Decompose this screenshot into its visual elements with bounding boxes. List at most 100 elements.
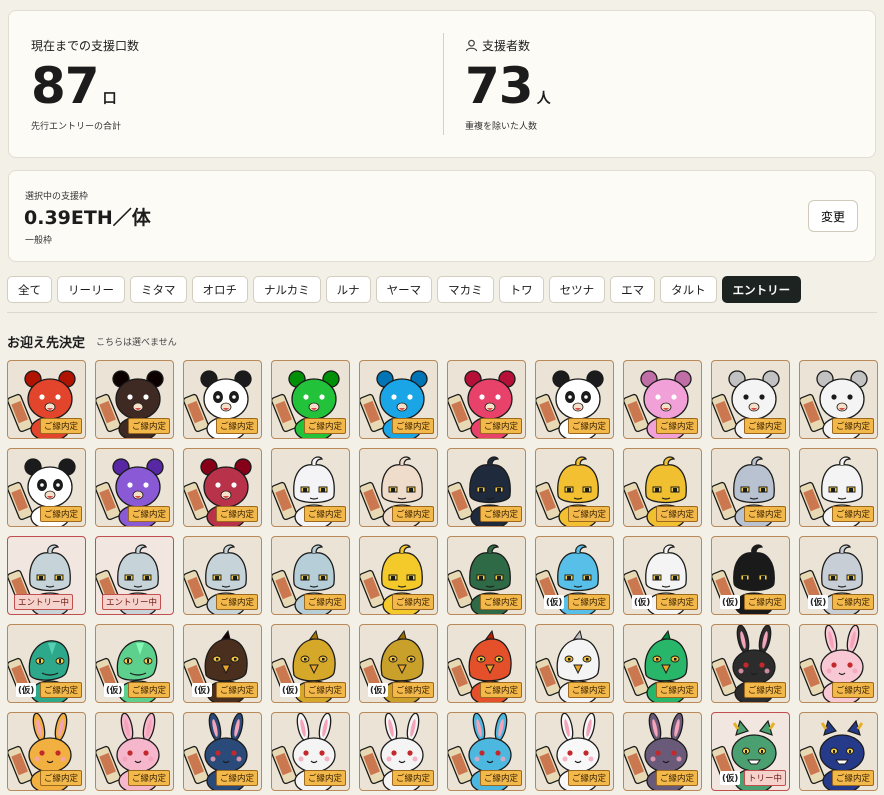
status-badge: ご縁内定 (215, 506, 258, 522)
status-badge: ご縁内定 (567, 506, 610, 522)
selected-tier-name: 一般枠 (25, 236, 53, 246)
character-card[interactable]: ご縁内定 (623, 712, 702, 791)
character-card[interactable]: ご縁内定 (799, 360, 878, 439)
status-badge: ご縁内定 (127, 770, 170, 786)
character-card[interactable]: ご縁内定 (95, 448, 174, 527)
character-card[interactable]: ご縁内定 (271, 448, 350, 527)
character-card[interactable]: ご縁内定 (711, 624, 790, 703)
character-card[interactable]: ご縁内定 (271, 536, 350, 615)
character-card[interactable]: ご縁内定 (535, 448, 614, 527)
character-card[interactable]: ご縁内定 (447, 624, 526, 703)
status-badge: ご縁内定 (391, 594, 434, 610)
character-card[interactable]: ご縁内定 (183, 536, 262, 615)
status-badge: ご縁内定 (303, 506, 346, 522)
character-card[interactable]: ご縁内定 (359, 360, 438, 439)
tab-11[interactable]: タルト (660, 276, 717, 303)
tab-0[interactable]: 全て (7, 276, 52, 303)
tab-8[interactable]: トワ (498, 276, 544, 303)
character-card[interactable]: ご縁内定 (447, 536, 526, 615)
status-badge: ご縁内定 (831, 682, 874, 698)
status-badge: ご縁内定 (39, 682, 82, 698)
character-card[interactable]: ご縁内定 (447, 360, 526, 439)
tentative-label: (仮) (280, 683, 301, 697)
character-card[interactable]: (仮) ご縁内定 (799, 536, 878, 615)
status-badge: ご縁内定 (39, 418, 82, 434)
status-badge: ご縁内定 (303, 682, 346, 698)
character-card[interactable]: ご縁内定 (711, 448, 790, 527)
tab-7[interactable]: マカミ (437, 276, 494, 303)
stats-divider (443, 33, 444, 135)
supporters-label-row: 支援者数 (465, 37, 530, 54)
section-title: お迎え先決定 (7, 336, 86, 351)
tentative-label: (仮) (104, 683, 125, 697)
status-badge: ご縁内定 (655, 682, 698, 698)
character-card[interactable]: ご縁内定 (95, 712, 174, 791)
character-card[interactable]: ご縁内定 (7, 360, 86, 439)
character-card[interactable]: ご縁内定 (271, 360, 350, 439)
character-card[interactable]: ご縁内定 (183, 712, 262, 791)
stats-card: 現在までの支援口数 87 口 先行エントリーの合計 支援者数 73 人 重複を除いた… (8, 10, 876, 158)
tab-3[interactable]: オロチ (191, 276, 248, 303)
status-badge: ご縁内定 (391, 418, 434, 434)
tab-5[interactable]: ルナ (325, 276, 371, 303)
entry-badge: エントリー中 (102, 594, 162, 610)
character-card[interactable]: ご縁内定 (359, 448, 438, 527)
status-badge: ご縁内定 (479, 770, 522, 786)
status-badge: ご縁内定 (743, 506, 786, 522)
character-card[interactable]: (仮) ご縁内定 (271, 624, 350, 703)
character-card[interactable]: ご縁内定 (271, 712, 350, 791)
character-card[interactable]: ご縁内定 (183, 448, 262, 527)
supporters-value: 73 (465, 57, 534, 115)
tab-1[interactable]: リーリー (57, 276, 125, 303)
status-badge: ご縁内定 (831, 770, 874, 786)
status-badge: ご縁内定 (479, 682, 522, 698)
character-card[interactable]: (仮) ご縁内定 (535, 536, 614, 615)
status-badge: ご縁内定 (391, 770, 434, 786)
character-card[interactable]: ご縁内定 (623, 360, 702, 439)
character-card[interactable]: ご縁内定 (799, 448, 878, 527)
status-badge: ご縁内定 (127, 682, 170, 698)
character-card[interactable]: ご縁内定 (95, 360, 174, 439)
character-card[interactable]: ご縁内定 (7, 712, 86, 791)
status-badge: ご縁内定 (303, 770, 346, 786)
status-badge: ご縁内定 (479, 506, 522, 522)
character-card[interactable]: ご縁内定 (359, 536, 438, 615)
selected-tier-label: 選択中の支援枠 (25, 192, 89, 202)
tab-12[interactable]: エントリー (721, 276, 802, 303)
status-badge: ご縁内定 (567, 682, 610, 698)
status-badge: ご縁内定 (743, 418, 786, 434)
tab-2[interactable]: ミタマ (130, 276, 187, 303)
character-card[interactable]: ご縁内定 (7, 448, 86, 527)
character-card[interactable]: ご縁内定 (799, 712, 878, 791)
status-badge: ご縁内定 (831, 418, 874, 434)
character-card[interactable]: ご縁内定 (535, 624, 614, 703)
character-card[interactable]: (仮) ご縁内定 (95, 624, 174, 703)
character-card[interactable]: (仮) トリー中 (711, 712, 790, 791)
entry-badge: トリー中 (743, 770, 786, 786)
character-card[interactable]: エントリー中 (7, 536, 86, 615)
supporters-unit: 人 (536, 91, 551, 107)
status-badge: ご縁内定 (215, 594, 258, 610)
tab-4[interactable]: ナルカミ (253, 276, 321, 303)
character-card[interactable]: ご縁内定 (447, 448, 526, 527)
tab-10[interactable]: エマ (610, 276, 656, 303)
change-button[interactable]: 変更 (808, 200, 858, 232)
character-card[interactable]: (仮) ご縁内定 (183, 624, 262, 703)
character-card[interactable]: ご縁内定 (711, 360, 790, 439)
character-card[interactable]: ご縁内定 (183, 360, 262, 439)
character-card[interactable]: (仮) ご縁内定 (711, 536, 790, 615)
tab-6[interactable]: ヤーマ (375, 276, 433, 303)
character-card[interactable]: ご縁内定 (799, 624, 878, 703)
character-card[interactable]: (仮) ご縁内定 (7, 624, 86, 703)
character-card[interactable]: (仮) ご縁内定 (359, 624, 438, 703)
character-card[interactable]: ご縁内定 (535, 712, 614, 791)
character-card[interactable]: ご縁内定 (359, 712, 438, 791)
character-card[interactable]: ご縁内定 (623, 624, 702, 703)
character-card[interactable]: エントリー中 (95, 536, 174, 615)
character-card[interactable]: (仮) ご縁内定 (623, 536, 702, 615)
character-card[interactable]: ご縁内定 (623, 448, 702, 527)
character-card[interactable]: ご縁内定 (535, 360, 614, 439)
supporters-sub: 重複を除いた人数 (465, 122, 538, 132)
character-card[interactable]: ご縁内定 (447, 712, 526, 791)
tab-9[interactable]: セツナ (548, 276, 606, 303)
